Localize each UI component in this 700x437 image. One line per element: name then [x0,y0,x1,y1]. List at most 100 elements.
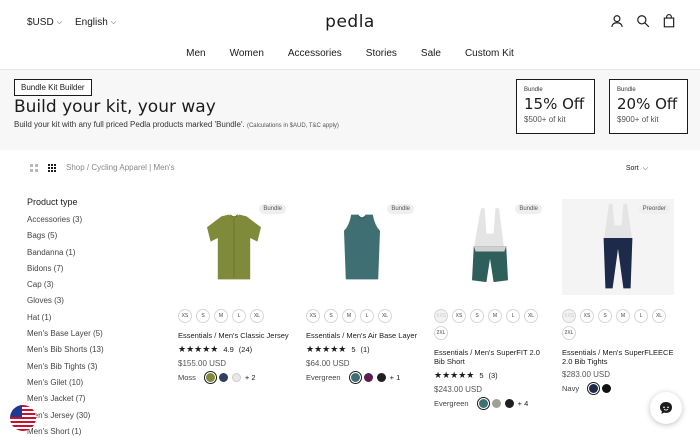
nav-sale[interactable]: Sale [421,48,441,59]
filter-item[interactable]: Men's Gilet (10) [27,378,104,394]
product-card[interactable]: Bundle XS S M L XL Essentials / Men's Air Base… [306,199,418,382]
nav-accessories[interactable]: Accessories [288,48,342,59]
size-option[interactable]: S [196,309,210,323]
chat-button[interactable] [650,392,682,424]
size-option[interactable]: S [598,309,612,323]
color-swatch[interactable] [363,373,373,382]
size-option[interactable]: M [616,309,630,323]
filter-list: Accessories (3) Bags (5) Bandanna (1) Bidon… [27,215,104,437]
nav-men[interactable]: Men [186,48,205,59]
size-option[interactable]: XL [652,309,666,323]
account-icon[interactable] [610,14,624,28]
filter-title: Product type [27,197,78,207]
color-swatch[interactable] [231,373,241,382]
size-options: XS S M L XL [178,309,290,323]
filter-item[interactable]: Hat (1) [27,313,104,329]
size-option[interactable]: 2XL [434,326,448,340]
size-option[interactable]: L [634,309,648,323]
grid-3-view-icon[interactable] [48,163,56,172]
nav-stories[interactable]: Stories [366,48,397,59]
bib-tights-image [603,203,633,289]
size-option[interactable]: M [342,309,356,323]
site-logo[interactable]: pedla [325,12,375,32]
product-title[interactable]: Essentials / Men's SuperFLEECE 2.0 Bib T… [562,348,674,366]
cart-icon[interactable] [662,14,676,28]
currency-selector[interactable]: $USD ⌵ [27,17,62,28]
color-swatch[interactable] [205,373,215,382]
product-title[interactable]: Essentials / Men's Classic Jersey [178,331,290,340]
product-price: $155.00 USD [178,359,227,368]
filter-item[interactable]: Cap (3) [27,280,104,296]
product-price: $243.00 USD [434,385,483,394]
search-icon[interactable] [636,14,650,28]
filter-item[interactable]: Bandanna (1) [27,248,104,264]
product-image[interactable]: Preorder [562,199,674,295]
size-option[interactable]: 2XL [562,326,576,340]
size-option[interactable]: XXS [562,309,576,323]
color-swatch[interactable] [504,399,514,408]
product-title[interactable]: Essentials / Men's SuperFIT 2.0 Bib Shor… [434,348,546,366]
color-swatch[interactable] [218,373,228,382]
size-option[interactable]: XS [178,309,192,323]
language-selector[interactable]: English ⌵ [75,17,116,28]
bib-short-image [472,208,508,283]
size-option[interactable]: S [324,309,338,323]
color-swatch[interactable] [589,384,599,393]
offer-discount: 15% Off [524,95,585,113]
filter-item[interactable]: Men's Base Layer (5) [27,329,104,345]
size-option[interactable]: M [214,309,228,323]
size-option[interactable]: M [488,309,502,323]
size-option[interactable]: XXS [434,309,448,323]
size-option[interactable]: XL [524,309,538,323]
filter-item[interactable]: Men's Bib Tights (3) [27,362,104,378]
nav-women[interactable]: Women [230,48,264,59]
product-image[interactable]: Bundle [178,199,290,295]
size-option[interactable]: XS [306,309,320,323]
filter-item[interactable]: Men's Bib Shorts (13) [27,345,104,361]
sort-label: Sort [625,165,639,172]
filter-item[interactable]: Bags (5) [27,231,104,247]
filter-item[interactable]: Men's Jersey (30) [27,411,104,427]
product-rating: ★★★★★ 4.9 (24) [178,344,290,355]
rating-value: 5 [351,345,356,354]
color-options: Evergreen + 4 [434,399,546,408]
breadcrumb[interactable]: Shop / Cycling Apparel | Men's [66,163,175,172]
more-colors[interactable]: + 2 [245,373,256,382]
language-label: English [75,17,108,28]
color-swatch[interactable] [478,399,488,408]
nav-custom-kit[interactable]: Custom Kit [465,48,514,59]
size-option[interactable]: S [470,309,484,323]
size-option[interactable]: XS [580,309,594,323]
sort-dropdown[interactable]: Sort ⌵ [626,165,648,172]
bundle-banner: Bundle Kit Builder Build your kit, your … [0,70,700,150]
product-image[interactable]: Bundle [306,199,418,295]
product-tag: Bundle [259,204,286,214]
color-swatch[interactable] [376,373,386,382]
size-option[interactable]: L [360,309,374,323]
filter-item[interactable]: Men's Short (1) [27,427,104,437]
product-title[interactable]: Essentials / Men's Air Base Layer [306,331,418,340]
product-image[interactable]: Bundle [434,199,546,295]
us-flag-icon[interactable] [10,405,36,431]
more-colors[interactable]: + 4 [518,399,529,408]
bundle-kit-badge: Bundle Kit Builder [14,79,92,96]
product-card[interactable]: Bundle XXS XS S M L XL 2XL Essentials / Men's Su… [434,199,546,408]
size-option[interactable]: XL [250,309,264,323]
grid-2-view-icon[interactable] [30,163,38,172]
size-option[interactable]: L [506,309,520,323]
filter-item[interactable]: Accessories (3) [27,215,104,231]
product-card[interactable]: Preorder XXS XS S M L XL 2XL Essentials / Men's … [562,199,674,393]
color-swatch[interactable] [350,373,360,382]
color-swatch[interactable] [491,399,501,408]
banner-subtitle-text: Build your kit with any full priced Pedl… [14,120,245,129]
color-swatch[interactable] [602,384,612,393]
size-option[interactable]: L [232,309,246,323]
more-colors[interactable]: + 1 [390,373,401,382]
size-option[interactable]: XS [452,309,466,323]
filter-item[interactable]: Bidons (7) [27,264,104,280]
banner-note: (Calculations in $AUD, T&C apply) [246,123,339,129]
product-card[interactable]: Bundle XS S M L XL Essentials / Men's Classic … [178,199,290,382]
filter-item[interactable]: Men's Jacket (7) [27,394,104,410]
filter-item[interactable]: Gloves (3) [27,296,104,312]
size-option[interactable]: XL [378,309,392,323]
